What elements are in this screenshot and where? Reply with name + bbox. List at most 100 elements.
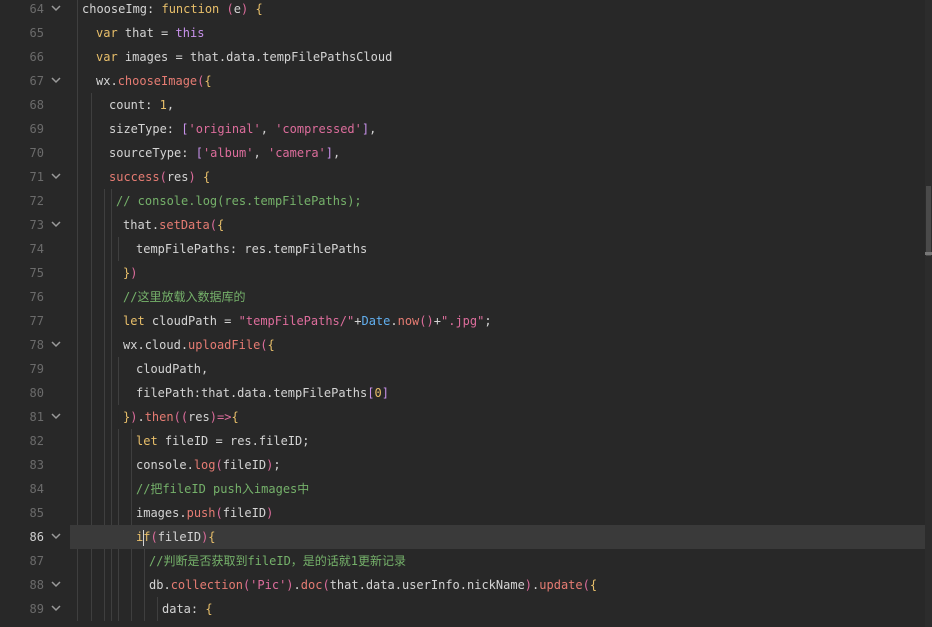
gutter-row: 71 [0,165,70,189]
gutter-row: 86 [0,525,70,549]
line-number: 80 [29,386,44,400]
gutter-row: 77 [0,309,70,333]
line-number-gutter: 64 65 66 67 68 69 70 71 72 73 74 75 76 77 78 79 80 81 82 83… [0,0,70,627]
gutter-row: 81 [0,405,70,429]
indent-guide [104,189,105,621]
scrollbar-cursor-marker [925,252,932,255]
code-text: // console.log(res.tempFilePaths); [116,194,362,208]
text-cursor [143,529,145,546]
vertical-scrollbar[interactable] [925,0,932,627]
code-text: var images = that.data.tempFilePathsClou… [96,50,393,64]
fold-chevron-icon[interactable] [50,597,62,621]
gutter-row: 79 [0,357,70,381]
code-text: }) [123,266,138,280]
line-number: 74 [29,242,44,256]
fold-chevron-icon[interactable] [50,165,62,189]
gutter-row: 65 [0,21,70,45]
fold-chevron-icon[interactable] [50,0,62,21]
line-number: 84 [29,482,44,496]
code-area[interactable]: chooseImg: function (e) { var that = this… [70,0,925,627]
line-number: 79 [29,362,44,376]
gutter-row: 70 [0,141,70,165]
line-number: 67 [29,74,44,88]
code-text: var that = this [96,26,205,40]
indent-guide [111,189,112,621]
gutter-row: 84 [0,477,70,501]
code-text: sizeType: ['original', 'compressed'], [109,122,377,136]
line-number: 76 [29,290,44,304]
gutter-row: 83 [0,453,70,477]
line-number: 78 [29,338,44,352]
code-text: sourceType: ['album', 'camera'], [109,146,341,160]
gutter-row: 67 [0,69,70,93]
code-text: cloudPath, [136,362,209,376]
gutter-row: 82 [0,429,70,453]
line-number: 65 [29,26,44,40]
line-number: 83 [29,458,44,472]
gutter-row: 80 [0,381,70,405]
code-text: }).then((res)=>{ [123,410,239,424]
code-text: let cloudPath = "tempFilePaths/"+Date.no… [123,314,492,328]
code-text: wx.cloud.uploadFile({ [123,338,275,352]
line-number: 68 [29,98,44,112]
line-number: 66 [29,50,44,64]
code-text: //把fileID push入images中 [136,482,310,496]
code-text: chooseImg: function (e) { [82,2,263,16]
indent-guide [144,549,145,621]
fold-chevron-icon[interactable] [50,573,62,597]
line-number: 88 [29,578,44,592]
fold-chevron-icon[interactable] [50,69,62,93]
line-number: 77 [29,314,44,328]
fold-chevron-icon[interactable] [50,525,62,549]
line-number: 87 [29,554,44,568]
gutter-row: 85 [0,501,70,525]
code-text: //这里放载入数据库的 [123,290,246,304]
code-text: console.log(fileID); [136,458,281,472]
code-text: let fileID = res.fileID; [136,434,310,448]
gutter-row: 76 [0,285,70,309]
fold-chevron-icon[interactable] [50,213,62,237]
gutter-row: 69 [0,117,70,141]
line-number: 70 [29,146,44,160]
fold-chevron-icon[interactable] [50,405,62,429]
line-number: 69 [29,122,44,136]
code-text: //判断是否获取到fileID，是的话就1更新记录 [149,554,407,568]
indent-guide [118,237,119,261]
gutter-row: 64 [0,0,70,21]
code-text: success(res) { [109,170,211,184]
gutter-row: 87 [0,549,70,573]
code-text: count: 1, [109,98,175,112]
code-line[interactable]: if(fileID){ [70,525,925,549]
code-text: filePath:that.data.tempFilePaths[0] [136,386,389,400]
line-number: 86 [29,530,44,544]
gutter-row: 68 [0,93,70,117]
indent-guide [118,357,119,405]
gutter-row: 88 [0,573,70,597]
code-text: db.collection('Pic').doc(that.data.userI… [149,578,598,592]
line-number: 81 [29,410,44,424]
line-number: 64 [29,2,44,16]
gutter-row: 72 [0,189,70,213]
code-text: tempFilePaths: res.tempFilePaths [136,242,368,256]
code-text: that.setData({ [123,218,225,232]
indent-guide [157,597,158,621]
gutter-row: 73 [0,213,70,237]
scrollbar-thumb[interactable] [926,186,931,256]
code-text: data: { [162,602,213,616]
line-number: 71 [29,170,44,184]
line-number: 72 [29,194,44,208]
code-text: wx.chooseImage({ [96,74,212,88]
line-number: 82 [29,434,44,448]
gutter-row: 74 [0,237,70,261]
gutter-row: 75 [0,261,70,285]
line-number: 75 [29,266,44,280]
code-text: images.push(fileID) [136,506,274,520]
line-number: 73 [29,218,44,232]
line-number: 89 [29,602,44,616]
line-number: 85 [29,506,44,520]
gutter-row: 89 [0,597,70,621]
fold-chevron-icon[interactable] [50,333,62,357]
code-editor[interactable]: 64 65 66 67 68 69 70 71 72 73 74 75 76 77 78 79 80 81 82 83… [0,0,932,627]
code-text: if(fileID){ [136,529,216,546]
gutter-row: 66 [0,45,70,69]
